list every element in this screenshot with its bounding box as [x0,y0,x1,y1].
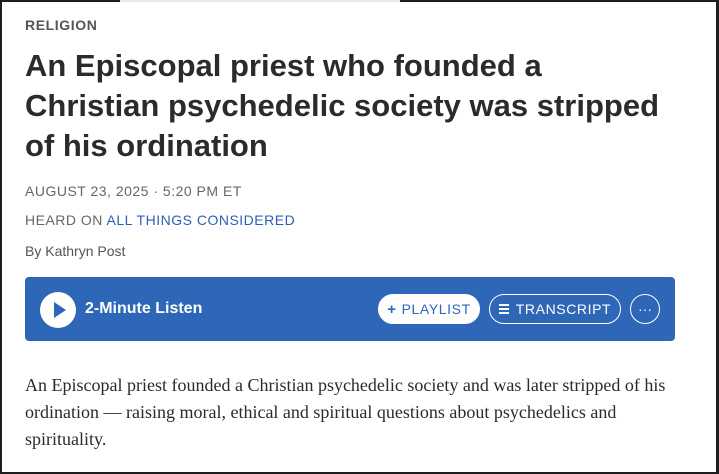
transcript-lines-icon [498,304,509,314]
byline-prefix: By [25,243,42,259]
window-frame-left [0,0,2,474]
section-label[interactable]: RELIGION [25,17,97,33]
publish-date: AUGUST 23, 2025 · 5:20 PM ET [25,183,242,199]
byline: By Kathryn Post [25,243,125,259]
more-options-button[interactable]: ··· [630,294,660,324]
author-link[interactable]: Kathryn Post [45,243,125,259]
more-icon: ··· [638,301,652,317]
heard-on-prefix: HEARD ON [25,212,103,228]
heard-on-line: HEARD ON ALL THINGS CONSIDERED [25,212,295,228]
article-headline: An Episcopal priest who founded a Christ… [25,48,660,163]
transcript-button[interactable]: TRANSCRIPT [489,294,621,324]
audio-player: 2-Minute Listen + PLAYLIST TRANSCRIPT ··… [25,277,675,341]
play-button[interactable] [40,292,76,328]
program-link[interactable]: ALL THINGS CONSIDERED [107,212,296,228]
play-icon [54,302,66,318]
article-summary: An Episcopal priest founded a Christian … [25,375,666,449]
listen-duration-label: 2-Minute Listen [85,300,203,317]
transcript-label: TRANSCRIPT [515,301,612,317]
plus-icon: + [387,300,397,318]
playlist-button[interactable]: + PLAYLIST [378,294,480,324]
playlist-label: PLAYLIST [401,301,471,317]
window-frame-top-segment [120,0,400,2]
